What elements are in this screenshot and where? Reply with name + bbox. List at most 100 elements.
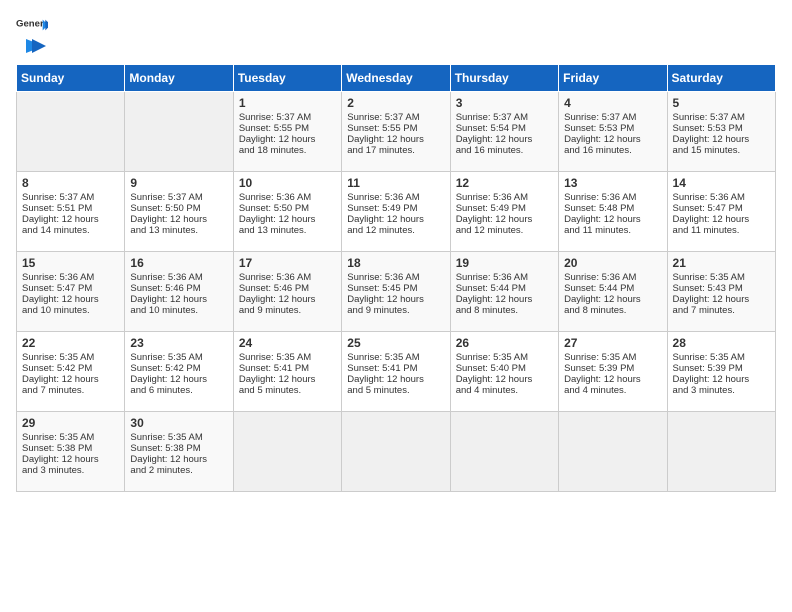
sunrise-text: Sunrise: 5:36 AM [673, 192, 745, 203]
daylight-text: Daylight: 12 hours [22, 374, 99, 385]
sunset-text: Sunset: 5:42 PM [130, 363, 200, 374]
sunrise-text: Sunrise: 5:35 AM [564, 352, 636, 363]
calendar-cell [125, 92, 233, 172]
calendar-cell [450, 412, 558, 492]
header-sunday: Sunday [17, 65, 125, 92]
day-number: 3 [456, 96, 553, 110]
sunrise-text: Sunrise: 5:35 AM [239, 352, 311, 363]
daylight-text: Daylight: 12 hours [564, 214, 641, 225]
daylight-text: Daylight: 12 hours [22, 454, 99, 465]
daylight-minutes-text: and 16 minutes. [564, 145, 632, 156]
daylight-text: Daylight: 12 hours [673, 134, 750, 145]
sunset-text: Sunset: 5:38 PM [130, 443, 200, 454]
daylight-text: Daylight: 12 hours [673, 374, 750, 385]
sunrise-text: Sunrise: 5:36 AM [130, 272, 202, 283]
day-number: 11 [347, 176, 444, 190]
daylight-minutes-text: and 11 minutes. [673, 225, 740, 236]
calendar-cell: 22Sunrise: 5:35 AMSunset: 5:42 PMDayligh… [17, 332, 125, 412]
daylight-minutes-text: and 6 minutes. [130, 385, 192, 396]
daylight-minutes-text: and 18 minutes. [239, 145, 307, 156]
sunset-text: Sunset: 5:39 PM [564, 363, 634, 374]
logo: General [16, 16, 48, 52]
daylight-text: Daylight: 12 hours [130, 374, 207, 385]
day-number: 17 [239, 256, 336, 270]
calendar-week-3: 22Sunrise: 5:35 AMSunset: 5:42 PMDayligh… [17, 332, 776, 412]
day-number: 30 [130, 416, 227, 430]
day-number: 25 [347, 336, 444, 350]
daylight-text: Daylight: 12 hours [239, 294, 316, 305]
day-number: 20 [564, 256, 661, 270]
daylight-text: Daylight: 12 hours [239, 214, 316, 225]
sunrise-text: Sunrise: 5:36 AM [456, 272, 528, 283]
daylight-text: Daylight: 12 hours [456, 374, 533, 385]
calendar-cell: 11Sunrise: 5:36 AMSunset: 5:49 PMDayligh… [342, 172, 450, 252]
daylight-minutes-text: and 15 minutes. [673, 145, 741, 156]
daylight-minutes-text: and 13 minutes. [130, 225, 198, 236]
sunset-text: Sunset: 5:39 PM [673, 363, 743, 374]
sunset-text: Sunset: 5:45 PM [347, 283, 417, 294]
sunset-text: Sunset: 5:41 PM [239, 363, 309, 374]
sunrise-text: Sunrise: 5:36 AM [456, 192, 528, 203]
daylight-minutes-text: and 3 minutes. [673, 385, 735, 396]
sunset-text: Sunset: 5:53 PM [673, 123, 743, 134]
day-number: 15 [22, 256, 119, 270]
daylight-minutes-text: and 3 minutes. [22, 465, 84, 476]
calendar-cell [233, 412, 341, 492]
day-number: 8 [22, 176, 119, 190]
calendar-week-2: 15Sunrise: 5:36 AMSunset: 5:47 PMDayligh… [17, 252, 776, 332]
calendar-table: SundayMondayTuesdayWednesdayThursdayFrid… [16, 64, 776, 492]
header-saturday: Saturday [667, 65, 775, 92]
calendar-cell: 17Sunrise: 5:36 AMSunset: 5:46 PMDayligh… [233, 252, 341, 332]
calendar-cell: 19 Sunrise: 5:36 AMSunset: 5:44 PMDayligh… [450, 252, 558, 332]
daylight-text: Daylight: 12 hours [456, 294, 533, 305]
daylight-text: Daylight: 12 hours [564, 134, 641, 145]
calendar-cell: 30Sunrise: 5:35 AMSunset: 5:38 PMDayligh… [125, 412, 233, 492]
logo-arrow [16, 36, 46, 56]
daylight-text: Daylight: 12 hours [239, 134, 316, 145]
logo-icon: General [16, 16, 48, 34]
daylight-minutes-text: and 8 minutes. [456, 305, 518, 316]
calendar-cell: 13Sunrise: 5:36 AMSunset: 5:48 PMDayligh… [559, 172, 667, 252]
sunset-text: Sunset: 5:48 PM [564, 203, 634, 214]
sunset-text: Sunset: 5:44 PM [456, 283, 526, 294]
sunset-text: Sunset: 5:42 PM [22, 363, 92, 374]
day-number: 19 [456, 256, 553, 270]
daylight-text: Daylight: 12 hours [456, 214, 533, 225]
header-wednesday: Wednesday [342, 65, 450, 92]
daylight-text: Daylight: 12 hours [22, 214, 99, 225]
daylight-minutes-text: and 4 minutes. [564, 385, 626, 396]
daylight-minutes-text: and 7 minutes. [22, 385, 84, 396]
sunrise-text: Sunrise: 5:36 AM [564, 272, 636, 283]
daylight-minutes-text: and 5 minutes. [347, 385, 409, 396]
sunset-text: Sunset: 5:46 PM [130, 283, 200, 294]
daylight-minutes-text: and 10 minutes. [22, 305, 90, 316]
daylight-minutes-text: and 10 minutes. [130, 305, 198, 316]
calendar-cell [667, 412, 775, 492]
calendar-cell: 15Sunrise: 5:36 AMSunset: 5:47 PMDayligh… [17, 252, 125, 332]
calendar-cell: 21Sunrise: 5:35 AMSunset: 5:43 PMDayligh… [667, 252, 775, 332]
day-number: 5 [673, 96, 770, 110]
sunrise-text: Sunrise: 5:35 AM [456, 352, 528, 363]
calendar-cell: 5Sunrise: 5:37 AMSunset: 5:53 PMDaylight… [667, 92, 775, 172]
day-number: 21 [673, 256, 770, 270]
daylight-minutes-text: and 9 minutes. [239, 305, 301, 316]
sunrise-text: Sunrise: 5:35 AM [673, 272, 745, 283]
daylight-text: Daylight: 12 hours [130, 294, 207, 305]
daylight-minutes-text: and 7 minutes. [673, 305, 735, 316]
day-number: 29 [22, 416, 119, 430]
sunset-text: Sunset: 5:44 PM [564, 283, 634, 294]
calendar-cell: 14Sunrise: 5:36 AMSunset: 5:47 PMDayligh… [667, 172, 775, 252]
calendar-cell: 23Sunrise: 5:35 AMSunset: 5:42 PMDayligh… [125, 332, 233, 412]
daylight-text: Daylight: 12 hours [673, 294, 750, 305]
day-number: 16 [130, 256, 227, 270]
sunset-text: Sunset: 5:49 PM [456, 203, 526, 214]
day-number: 28 [673, 336, 770, 350]
day-number: 22 [22, 336, 119, 350]
sunrise-text: Sunrise: 5:37 AM [564, 112, 636, 123]
daylight-minutes-text: and 16 minutes. [456, 145, 524, 156]
day-number: 4 [564, 96, 661, 110]
header-thursday: Thursday [450, 65, 558, 92]
header-friday: Friday [559, 65, 667, 92]
calendar-cell: 9Sunrise: 5:37 AMSunset: 5:50 PMDaylight… [125, 172, 233, 252]
daylight-minutes-text: and 5 minutes. [239, 385, 301, 396]
